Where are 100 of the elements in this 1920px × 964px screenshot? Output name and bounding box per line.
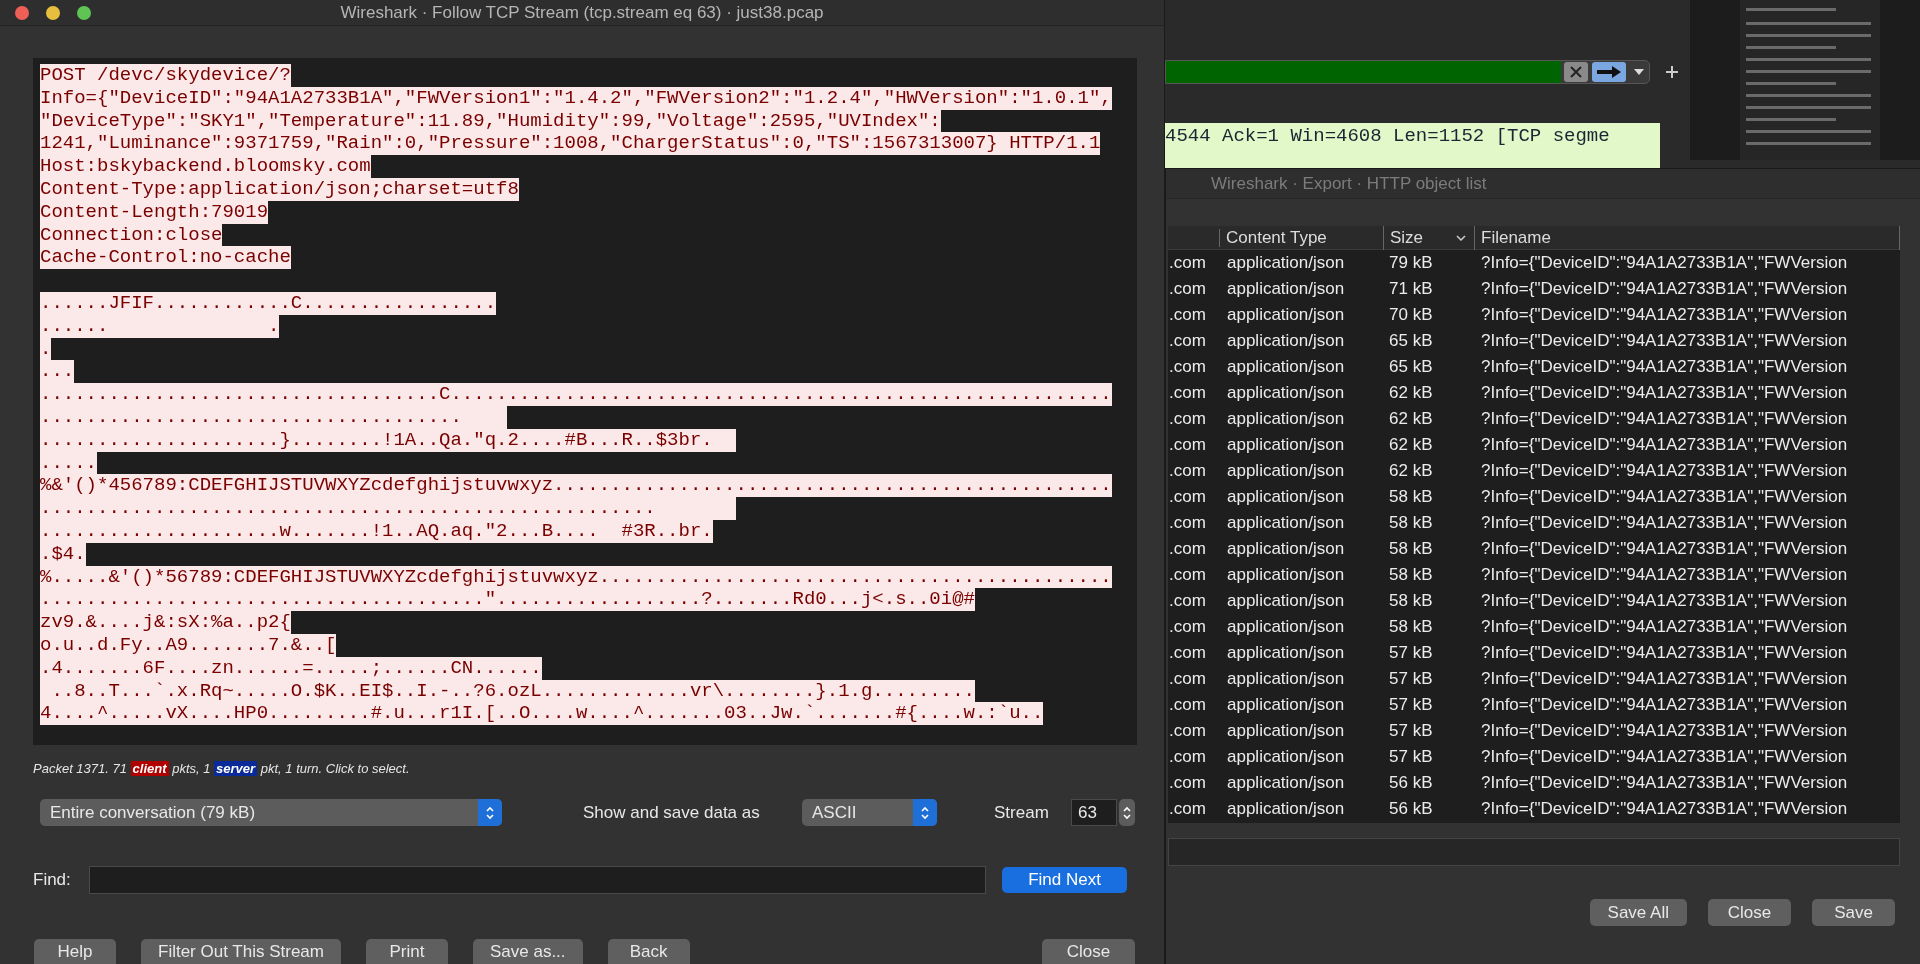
table-cell-text: .com: [1168, 278, 1207, 301]
table-cell-text: .com: [1168, 564, 1207, 587]
dialog-button[interactable]: Back: [607, 939, 690, 964]
table-cell-text: ?Info={"DeviceID":"94A1A2733B1A","FWVersion: [1480, 304, 1848, 327]
table-cell-text: 62 kB: [1388, 434, 1434, 457]
stepper-button[interactable]: [1119, 799, 1135, 826]
dialog-button[interactable]: Help: [34, 939, 116, 964]
table-cell-text: 57 kB: [1388, 746, 1434, 769]
close-button[interactable]: Close: [1042, 939, 1135, 964]
caret-icon[interactable]: [1634, 69, 1644, 75]
table-cell-text: .com: [1168, 642, 1207, 665]
table-cell-text: application/json: [1226, 304, 1346, 327]
table-cell-text: .com: [1168, 382, 1207, 405]
window-title: Wireshark · Follow TCP Stream (tcp.stream eq 63) · just38.pcap: [340, 1, 824, 24]
table-cell-text: .com: [1168, 798, 1207, 821]
table-cell-text: 62 kB: [1388, 460, 1434, 483]
table-cell-text: ?Info={"DeviceID":"94A1A2733B1A","FWVersion: [1480, 408, 1848, 431]
column-header[interactable]: Content Type: [1220, 226, 1384, 250]
chevrons-icon: [485, 804, 495, 821]
table-cell-text: .com: [1168, 590, 1207, 613]
table-cell-text: 57 kB: [1388, 642, 1434, 665]
table-cell-text: ?Info={"DeviceID":"94A1A2733B1A","FWVersion: [1480, 382, 1848, 405]
apply-filter-button[interactable]: [1592, 62, 1626, 82]
table-cell-text: application/json: [1226, 642, 1346, 665]
table-cell-text: application/json: [1226, 512, 1346, 535]
table-cell-text: ?Info={"DeviceID":"94A1A2733B1A","FWVersion: [1480, 356, 1848, 379]
table-cell-text: application/json: [1226, 330, 1346, 353]
table-cell-text: ?Info={"DeviceID":"94A1A2733B1A","FWVersion: [1480, 694, 1848, 717]
stream-label: Stream: [994, 801, 1050, 824]
find-label: Find:: [33, 869, 72, 892]
table-cell-text: .com: [1168, 512, 1207, 535]
format-label: Show and save data as: [583, 801, 761, 824]
table-cell-text: .com: [1168, 746, 1207, 769]
table-cell-text: application/json: [1226, 460, 1346, 483]
column-header[interactable]: Size: [1384, 226, 1475, 250]
table-cell-text: application/json: [1226, 356, 1346, 379]
table-cell-text: application/json: [1226, 590, 1346, 613]
close-window-icon[interactable]: [15, 5, 29, 20]
table-cell-text: 58 kB: [1388, 486, 1434, 509]
table-cell-text: .com: [1168, 772, 1207, 795]
table-cell-text: application/json: [1226, 252, 1346, 275]
table-cell-text: 62 kB: [1388, 408, 1434, 431]
find-next-button[interactable]: Find Next: [1002, 867, 1127, 893]
table-cell-text: application/json: [1226, 538, 1346, 561]
dialog-button[interactable]: Filter Out This Stream: [141, 939, 341, 964]
stream-number-field[interactable]: 63: [1071, 799, 1117, 826]
table-cell-text: application/json: [1226, 798, 1346, 821]
table-cell-text: .com: [1168, 356, 1207, 379]
text-field[interactable]: [1168, 838, 1900, 866]
format-select[interactable]: ASCII: [802, 799, 937, 826]
table-cell-text: .com: [1168, 538, 1207, 561]
minimize-window-icon[interactable]: [46, 5, 60, 20]
dialog-button[interactable]: Save All: [1589, 899, 1687, 926]
table-cell-text: ?Info={"DeviceID":"94A1A2733B1A","FWVersion: [1480, 564, 1848, 587]
table-cell-text: 58 kB: [1388, 538, 1434, 561]
table-cell-text: ?Info={"DeviceID":"94A1A2733B1A","FWVersion: [1480, 590, 1848, 613]
close-icon: [1569, 65, 1583, 79]
window-title: Wireshark · Export · HTTP object list: [1211, 172, 1487, 195]
chevrons-icon: [920, 804, 930, 821]
table-cell-text: .com: [1168, 460, 1207, 483]
table-cell-text: .com: [1168, 434, 1207, 457]
column-header[interactable]: Filename: [1475, 226, 1900, 250]
conversation-select[interactable]: Entire conversation (79 kB): [40, 799, 502, 826]
table-cell-text: 70 kB: [1388, 304, 1434, 327]
table-cell-text: .com: [1168, 330, 1207, 353]
table-cell-text: .com: [1168, 304, 1207, 327]
table-cell-text: 65 kB: [1388, 356, 1434, 379]
dialog-button[interactable]: Save: [1812, 899, 1895, 926]
table-cell-text: application/json: [1226, 720, 1346, 743]
table-cell-text: 71 kB: [1388, 278, 1434, 301]
dialog-button[interactable]: Close: [1708, 899, 1791, 926]
find-field[interactable]: [89, 866, 986, 894]
dialog-button[interactable]: Save as...: [472, 939, 583, 964]
plus-icon[interactable]: [1665, 65, 1679, 79]
table-cell-text: .com: [1168, 720, 1207, 743]
table-cell-text: ?Info={"DeviceID":"94A1A2733B1A","FWVersion: [1480, 616, 1848, 639]
table-cell-text: application/json: [1226, 278, 1346, 301]
table-cell-text: .com: [1168, 486, 1207, 509]
table-cell-text: ?Info={"DeviceID":"94A1A2733B1A","FWVersion: [1480, 460, 1848, 483]
filter-bar[interactable]: [1165, 60, 1650, 84]
table-cell-text: ?Info={"DeviceID":"94A1A2733B1A","FWVersion: [1480, 668, 1848, 691]
table-cell-text: .com: [1168, 252, 1207, 275]
arrow-right-icon: [1597, 66, 1621, 78]
clear-filter-button[interactable]: [1564, 62, 1588, 82]
table-cell-text: 57 kB: [1388, 668, 1434, 691]
table-cell-text: 57 kB: [1388, 720, 1434, 743]
table-cell-text: ?Info={"DeviceID":"94A1A2733B1A","FWVersion: [1480, 486, 1848, 509]
zoom-window-icon[interactable]: [77, 5, 91, 20]
table-cell-text: .com: [1168, 408, 1207, 431]
table-cell-text: application/json: [1226, 694, 1346, 717]
table-cell-text: application/json: [1226, 746, 1346, 769]
packet-summary[interactable]: Packet 1371. 71 client pkts, 1 server pkt, 1 turn. Click to select.: [33, 759, 410, 779]
dialog-button[interactable]: Print: [365, 939, 448, 964]
table-cell-text: ?Info={"DeviceID":"94A1A2733B1A","FWVersion: [1480, 330, 1848, 353]
table-cell-text: 57 kB: [1388, 694, 1434, 717]
table-cell-text: 56 kB: [1388, 772, 1434, 795]
table-cell-text: application/json: [1226, 564, 1346, 587]
table-cell-text: ?Info={"DeviceID":"94A1A2733B1A","FWVersion: [1480, 278, 1848, 301]
table-cell-text: application/json: [1226, 486, 1346, 509]
table-cell-text: ?Info={"DeviceID":"94A1A2733B1A","FWVersion: [1480, 642, 1848, 665]
